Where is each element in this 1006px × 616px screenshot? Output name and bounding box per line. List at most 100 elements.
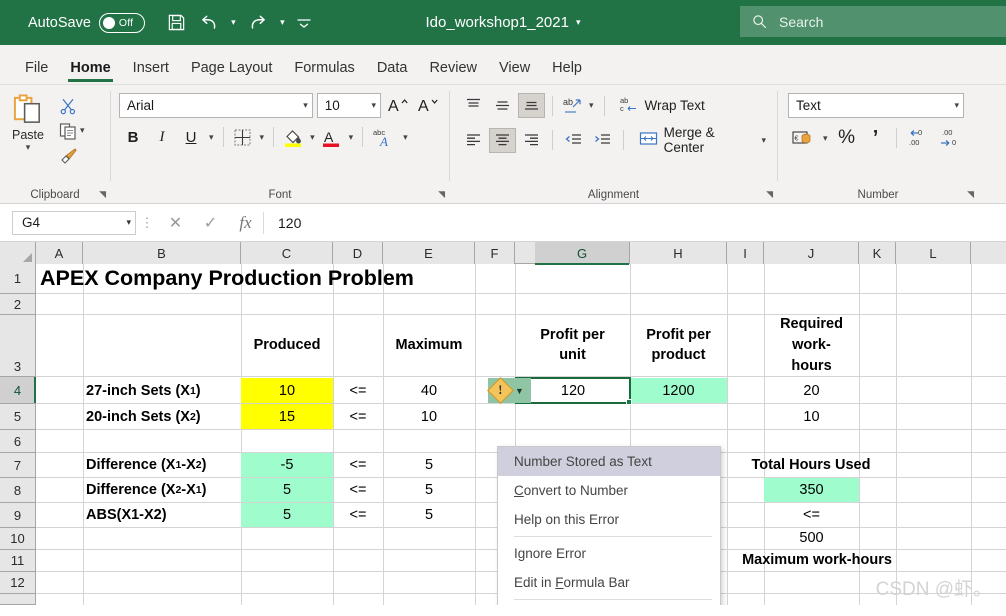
redo-dropdown-icon[interactable]: ▾ (276, 8, 289, 38)
paste-dropdown-icon[interactable]: ▾ (26, 143, 31, 152)
tab-home[interactable]: Home (59, 61, 121, 85)
cell-h4-profit-product[interactable]: 1200 (630, 378, 727, 403)
cell-c9-value[interactable]: 5 (241, 503, 333, 527)
font-name-combo[interactable]: Arial ▾ (119, 93, 313, 118)
row-header-7[interactable]: 7 (0, 453, 36, 478)
decrease-font-size-button[interactable]: A (415, 92, 441, 118)
undo-dropdown-icon[interactable]: ▾ (227, 8, 240, 38)
phonetic-guide-button[interactable]: abc A (369, 124, 399, 150)
selected-cell-g4[interactable]: 120 (515, 377, 631, 404)
menu-item-convert-to-number[interactable]: Convert to Number (498, 476, 720, 505)
font-dialog-launcher-icon[interactable]: ◥ (438, 189, 445, 200)
copy-dropdown-icon[interactable]: ▾ (77, 125, 88, 136)
orientation-dropdown-icon[interactable]: ▾ (586, 100, 597, 111)
cell-d5-operator[interactable]: <= (333, 404, 383, 429)
name-box-caret-icon[interactable]: ▾ (126, 217, 131, 228)
cell-i11-max-workhours-label[interactable]: Maximum work-hours (722, 549, 912, 571)
cell-b7-label[interactable]: Difference (X1-X2) (86, 453, 241, 477)
error-smart-tag[interactable]: ! ▼ (488, 378, 531, 403)
cell-j9-operator[interactable]: <= (764, 503, 859, 527)
cell-e4-maximum[interactable]: 40 (383, 378, 475, 403)
cell-b1-title[interactable]: APEX Company Production Problem (40, 264, 500, 293)
customize-qat-icon[interactable] (293, 8, 315, 38)
cell-e9-limit[interactable]: 5 (383, 503, 475, 527)
cell-d4-operator[interactable]: <= (333, 378, 383, 403)
alignment-dialog-launcher-icon[interactable]: ◥ (766, 189, 773, 200)
column-header-f[interactable]: F (475, 242, 515, 264)
format-painter-button[interactable] (56, 143, 78, 168)
formula-input[interactable]: 120 (264, 215, 1000, 231)
cell-g3-profit-per-unit[interactable]: Profit per unit (515, 314, 630, 376)
cell-d7-operator[interactable]: <= (333, 453, 383, 477)
name-box[interactable]: G4 ▾ (12, 211, 136, 235)
number-format-combo[interactable]: Text ▾ (788, 93, 964, 118)
percent-style-button[interactable]: % (833, 125, 861, 151)
number-dialog-launcher-icon[interactable]: ◥ (967, 189, 974, 200)
save-icon[interactable] (163, 8, 191, 38)
column-header-g[interactable]: G (535, 242, 630, 264)
cancel-entry-button[interactable]: ✕ (158, 210, 193, 236)
redo-icon[interactable] (244, 8, 272, 38)
cell-d9-operator[interactable]: <= (333, 503, 383, 527)
phonetic-dropdown-icon[interactable]: ▾ (400, 132, 411, 143)
fill-color-dropdown-icon[interactable]: ▾ (307, 132, 318, 143)
row-header-4[interactable]: 4 (0, 377, 36, 404)
cell-c3-produced[interactable]: Produced (241, 314, 333, 376)
accounting-dropdown-icon[interactable]: ▾ (820, 133, 831, 144)
cell-j3-required-work-hours[interactable]: Required work- hours (764, 314, 859, 376)
confirm-entry-button[interactable]: ✓ (193, 210, 228, 236)
tab-data[interactable]: Data (366, 61, 419, 85)
column-header-c[interactable]: C (241, 242, 333, 264)
row-header-13[interactable] (0, 594, 36, 605)
align-center-button[interactable] (489, 128, 516, 153)
row-header-9[interactable]: 9 (0, 503, 36, 528)
font-size-caret-icon[interactable]: ▾ (366, 100, 376, 111)
tab-insert[interactable]: Insert (122, 61, 180, 85)
number-format-caret-icon[interactable]: ▾ (949, 100, 959, 111)
menu-item-help-on-this-error[interactable]: Help on this Error (498, 505, 720, 534)
tab-file[interactable]: File (14, 61, 59, 85)
bold-button[interactable]: B (119, 124, 147, 150)
align-bottom-button[interactable] (518, 93, 545, 118)
row-header-11[interactable]: 11 (0, 550, 36, 572)
row-header-12[interactable]: 12 (0, 572, 36, 594)
undo-icon[interactable] (195, 8, 223, 38)
column-header-j[interactable]: J (764, 242, 859, 264)
row-header-8[interactable]: 8 (0, 478, 36, 503)
font-name-caret-icon[interactable]: ▾ (298, 100, 308, 111)
font-color-dropdown-icon[interactable]: ▾ (346, 132, 357, 143)
cell-c7-value[interactable]: -5 (241, 453, 333, 477)
cell-c4-produced[interactable]: 10 (241, 378, 333, 403)
fill-handle[interactable] (626, 399, 632, 405)
tab-help[interactable]: Help (541, 61, 593, 85)
cell-b8-label[interactable]: Difference (X2-X1) (86, 478, 241, 502)
cell-d8-operator[interactable]: <= (333, 478, 383, 502)
decrease-indent-button[interactable] (560, 128, 587, 153)
column-header-i[interactable]: I (727, 242, 764, 264)
comma-style-button[interactable]: ’ (863, 125, 889, 151)
font-size-combo[interactable]: 10 ▾ (317, 93, 381, 118)
cell-e8-limit[interactable]: 5 (383, 478, 475, 502)
row-header-2[interactable]: 2 (0, 294, 36, 315)
menu-item-edit-in-formula-bar[interactable]: Edit in Formula Bar (498, 568, 720, 597)
search-box[interactable]: Search (740, 6, 1006, 37)
menu-item-error-checking-options[interactable]: Error Checking Options... (498, 602, 720, 605)
decrease-decimal-button[interactable]: .00 0 (936, 125, 966, 151)
borders-button[interactable] (230, 124, 256, 150)
column-header-e[interactable]: E (383, 242, 475, 264)
cell-e5-maximum[interactable]: 10 (383, 404, 475, 429)
wrap-text-button[interactable]: abc Wrap Text (620, 95, 705, 117)
cell-j10-limit[interactable]: 500 (764, 527, 859, 549)
align-right-button[interactable] (518, 128, 545, 153)
cell-j8-total-hours-value[interactable]: 350 (764, 478, 859, 502)
merge-center-button[interactable]: Merge & Center ▾ (639, 125, 769, 155)
increase-decimal-button[interactable]: 0 .00 (904, 125, 934, 151)
paste-button[interactable]: Paste ▾ (0, 91, 56, 168)
increase-font-size-button[interactable]: A (385, 92, 411, 118)
cell-i7-total-hours-label[interactable]: Total Hours Used (736, 453, 886, 477)
column-header-m[interactable] (971, 242, 1006, 264)
cell-e3-maximum[interactable]: Maximum (383, 314, 475, 376)
fill-color-button[interactable] (280, 124, 306, 150)
accounting-format-button[interactable]: € (788, 125, 818, 151)
cell-j5-required[interactable]: 10 (764, 404, 859, 429)
